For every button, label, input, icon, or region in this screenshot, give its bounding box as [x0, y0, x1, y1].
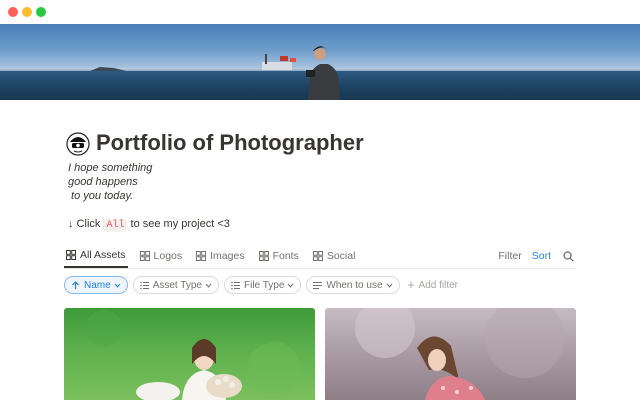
- maximize-window-button[interactable]: [36, 7, 46, 17]
- list-icon: [231, 281, 240, 289]
- click-hint: ↓ Click All to see my project <3: [68, 218, 230, 232]
- list-icon: [139, 281, 149, 289]
- tab-logos[interactable]: Logos: [138, 244, 185, 268]
- chip-label: Asset Type: [152, 279, 202, 291]
- tabs-divider: [64, 268, 576, 269]
- tab-label: Fonts: [272, 250, 299, 262]
- page-title: Portfolio of Photographer: [96, 130, 364, 155]
- add-filter-button[interactable]: + Add filter: [408, 278, 458, 292]
- tab-social[interactable]: Social: [311, 244, 358, 268]
- chevron-down-icon: [386, 283, 392, 288]
- chip-label: Name: [84, 279, 111, 291]
- filter-bar: Name Asset Type File Type When to use + …: [64, 276, 458, 294]
- plus-icon: +: [407, 278, 415, 292]
- chip-label: When to use: [326, 279, 383, 291]
- sort-button[interactable]: Sort: [532, 250, 551, 262]
- view-controls: Filter Sort: [498, 244, 574, 268]
- chevron-down-icon: [287, 283, 294, 288]
- gallery-card[interactable]: [64, 308, 315, 400]
- view-tabs: All Assets Logos Images Fonts Social: [64, 244, 367, 268]
- chevron-down-icon: [205, 283, 212, 288]
- arrow-up-icon: [72, 280, 79, 289]
- text-lines-icon: [313, 281, 323, 289]
- filter-button[interactable]: Filter: [498, 250, 521, 262]
- chip-label: File Type: [243, 279, 285, 291]
- gallery-card[interactable]: [325, 308, 576, 400]
- cover-image: [0, 24, 640, 100]
- tab-fonts[interactable]: Fonts: [257, 244, 301, 268]
- tab-label: Images: [210, 250, 245, 262]
- close-window-button[interactable]: [8, 7, 18, 17]
- quote-line: to you today.: [68, 190, 134, 202]
- tab-all-assets[interactable]: All Assets: [64, 244, 128, 268]
- window-titlebar: [0, 0, 640, 24]
- tab-images[interactable]: Images: [194, 244, 246, 268]
- card-photo: [86, 310, 300, 400]
- tab-label: Social: [326, 250, 356, 262]
- file-type-filter-chip[interactable]: File Type: [223, 276, 302, 294]
- hint-prefix: ↓ Click: [68, 218, 104, 230]
- name-sort-chip[interactable]: Name: [64, 276, 128, 294]
- grid-icon: [312, 251, 323, 261]
- add-filter-label: Add filter: [418, 279, 459, 291]
- tab-label: Logos: [153, 250, 183, 262]
- grid-icon: [196, 251, 207, 261]
- card-photo: [355, 308, 565, 400]
- quote-line: good happens: [68, 176, 138, 188]
- hint-code-all: All: [103, 219, 128, 232]
- chevron-down-icon: [114, 283, 121, 288]
- quote-line: I hope something: [68, 162, 153, 174]
- grid-icon: [139, 251, 150, 261]
- photographer-avatar-icon[interactable]: [66, 132, 90, 156]
- search-icon[interactable]: [563, 250, 574, 262]
- grid-icon: [66, 250, 76, 260]
- when-to-use-filter-chip[interactable]: When to use: [306, 276, 400, 294]
- hint-suffix: to see my project <3: [127, 218, 230, 230]
- minimize-window-button[interactable]: [22, 7, 32, 17]
- asset-type-filter-chip[interactable]: Asset Type: [132, 276, 219, 294]
- tab-label: All Assets: [80, 249, 126, 261]
- grid-icon: [258, 251, 269, 261]
